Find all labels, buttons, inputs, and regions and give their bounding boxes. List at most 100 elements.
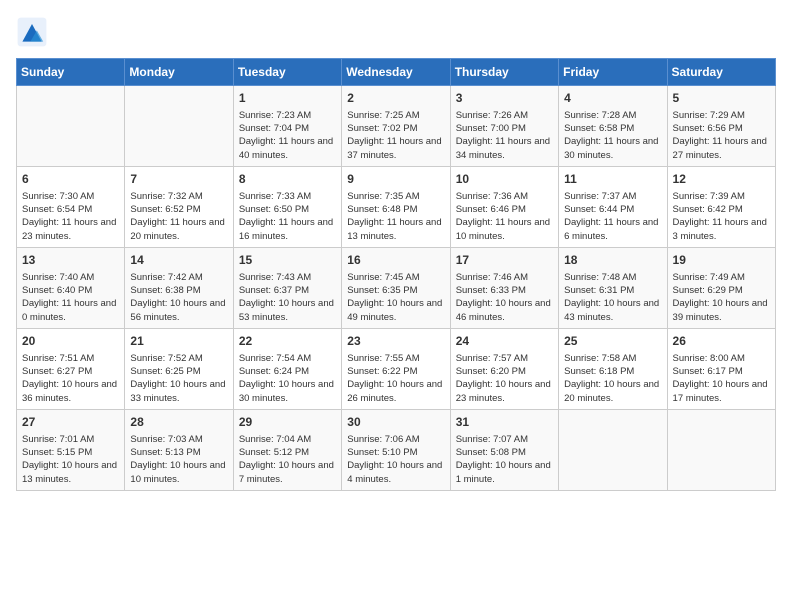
calendar-cell: 16 Sunrise: 7:45 AM Sunset: 6:35 PM Dayli… (342, 247, 450, 328)
day-info: Sunrise: 7:49 AM Sunset: 6:29 PM Dayligh… (673, 271, 770, 324)
calendar-header: SundayMondayTuesdayWednesdayThursdayFrid… (17, 59, 776, 86)
day-info: Sunrise: 7:33 AM Sunset: 6:50 PM Dayligh… (239, 190, 336, 243)
day-number: 4 (564, 90, 661, 107)
weekday-header-saturday: Saturday (667, 59, 775, 86)
calendar-cell: 8 Sunrise: 7:33 AM Sunset: 6:50 PM Daylig… (233, 166, 341, 247)
day-number: 31 (456, 414, 553, 431)
calendar-cell: 30 Sunrise: 7:06 AM Sunset: 5:10 PM Dayli… (342, 409, 450, 490)
calendar-cell: 2Sunrise: 7:25 AM Sunset: 7:02 PM Daylig… (342, 86, 450, 167)
day-info: Sunrise: 7:39 AM Sunset: 6:42 PM Dayligh… (673, 190, 770, 243)
calendar-week-1: 1Sunrise: 7:23 AM Sunset: 7:04 PM Daylig… (17, 86, 776, 167)
day-info: Sunrise: 7:37 AM Sunset: 6:44 PM Dayligh… (564, 190, 661, 243)
weekday-header-friday: Friday (559, 59, 667, 86)
logo-icon (16, 16, 48, 48)
day-info: Sunrise: 7:30 AM Sunset: 6:54 PM Dayligh… (22, 190, 119, 243)
calendar-cell: 26 Sunrise: 8:00 AM Sunset: 6:17 PM Dayli… (667, 328, 775, 409)
calendar-week-5: 27Sunrise: 7:01 AM Sunset: 5:15 PM Dayli… (17, 409, 776, 490)
weekday-header-thursday: Thursday (450, 59, 558, 86)
day-number: 18 (564, 252, 661, 269)
day-info: Sunrise: 7:32 AM Sunset: 6:52 PM Dayligh… (130, 190, 227, 243)
day-info: Sunrise: 7:03 AM Sunset: 5:13 PM Dayligh… (130, 433, 227, 486)
day-info: Sunrise: 7:45 AM Sunset: 6:35 PM Dayligh… (347, 271, 444, 324)
day-info: Sunrise: 7:57 AM Sunset: 6:20 PM Dayligh… (456, 352, 553, 405)
day-number: 22 (239, 333, 336, 350)
day-number: 26 (673, 333, 770, 350)
day-number: 12 (673, 171, 770, 188)
calendar-cell: 27Sunrise: 7:01 AM Sunset: 5:15 PM Dayli… (17, 409, 125, 490)
day-info: Sunrise: 7:23 AM Sunset: 7:04 PM Dayligh… (239, 109, 336, 162)
calendar-cell: 3 Sunrise: 7:26 AM Sunset: 7:00 PM Daylig… (450, 86, 558, 167)
day-info: Sunrise: 7:29 AM Sunset: 6:56 PM Dayligh… (673, 109, 770, 162)
day-number: 8 (239, 171, 336, 188)
day-info: Sunrise: 7:36 AM Sunset: 6:46 PM Dayligh… (456, 190, 553, 243)
calendar-cell: 1Sunrise: 7:23 AM Sunset: 7:04 PM Daylig… (233, 86, 341, 167)
weekday-header-sunday: Sunday (17, 59, 125, 86)
calendar-cell: 7 Sunrise: 7:32 AM Sunset: 6:52 PM Daylig… (125, 166, 233, 247)
day-info: Sunrise: 7:51 AM Sunset: 6:27 PM Dayligh… (22, 352, 119, 405)
calendar-week-3: 13 Sunrise: 7:40 AM Sunset: 6:40 PM Dayli… (17, 247, 776, 328)
calendar-cell: 28 Sunrise: 7:03 AM Sunset: 5:13 PM Dayli… (125, 409, 233, 490)
day-info: Sunrise: 7:35 AM Sunset: 6:48 PM Dayligh… (347, 190, 444, 243)
day-number: 5 (673, 90, 770, 107)
weekday-header-tuesday: Tuesday (233, 59, 341, 86)
calendar-table: SundayMondayTuesdayWednesdayThursdayFrid… (16, 58, 776, 491)
day-number: 30 (347, 414, 444, 431)
day-info: Sunrise: 7:46 AM Sunset: 6:33 PM Dayligh… (456, 271, 553, 324)
day-number: 13 (22, 252, 119, 269)
day-number: 16 (347, 252, 444, 269)
calendar-cell (559, 409, 667, 490)
calendar-cell (125, 86, 233, 167)
header (16, 16, 776, 48)
calendar-cell: 12 Sunrise: 7:39 AM Sunset: 6:42 PM Dayli… (667, 166, 775, 247)
day-info: Sunrise: 7:06 AM Sunset: 5:10 PM Dayligh… (347, 433, 444, 486)
day-info: Sunrise: 7:07 AM Sunset: 5:08 PM Dayligh… (456, 433, 553, 486)
day-info: Sunrise: 7:26 AM Sunset: 7:00 PM Dayligh… (456, 109, 553, 162)
day-info: Sunrise: 7:04 AM Sunset: 5:12 PM Dayligh… (239, 433, 336, 486)
day-number: 9 (347, 171, 444, 188)
calendar-cell: 23 Sunrise: 7:55 AM Sunset: 6:22 PM Dayli… (342, 328, 450, 409)
day-number: 28 (130, 414, 227, 431)
day-number: 15 (239, 252, 336, 269)
day-number: 10 (456, 171, 553, 188)
calendar-cell: 14 Sunrise: 7:42 AM Sunset: 6:38 PM Dayli… (125, 247, 233, 328)
calendar-cell: 31 Sunrise: 7:07 AM Sunset: 5:08 PM Dayli… (450, 409, 558, 490)
calendar-cell: 19 Sunrise: 7:49 AM Sunset: 6:29 PM Dayli… (667, 247, 775, 328)
day-info: Sunrise: 8:00 AM Sunset: 6:17 PM Dayligh… (673, 352, 770, 405)
calendar-cell: 11Sunrise: 7:37 AM Sunset: 6:44 PM Dayli… (559, 166, 667, 247)
calendar-cell: 15 Sunrise: 7:43 AM Sunset: 6:37 PM Dayli… (233, 247, 341, 328)
calendar-cell (17, 86, 125, 167)
calendar-cell: 4 Sunrise: 7:28 AM Sunset: 6:58 PM Daylig… (559, 86, 667, 167)
day-info: Sunrise: 7:58 AM Sunset: 6:18 PM Dayligh… (564, 352, 661, 405)
day-number: 17 (456, 252, 553, 269)
calendar-cell: 17 Sunrise: 7:46 AM Sunset: 6:33 PM Dayli… (450, 247, 558, 328)
calendar-cell: 29Sunrise: 7:04 AM Sunset: 5:12 PM Dayli… (233, 409, 341, 490)
calendar-cell: 10 Sunrise: 7:36 AM Sunset: 6:46 PM Dayli… (450, 166, 558, 247)
day-info: Sunrise: 7:40 AM Sunset: 6:40 PM Dayligh… (22, 271, 119, 324)
day-number: 7 (130, 171, 227, 188)
calendar-cell: 9 Sunrise: 7:35 AM Sunset: 6:48 PM Daylig… (342, 166, 450, 247)
weekday-header-wednesday: Wednesday (342, 59, 450, 86)
calendar-week-2: 6Sunrise: 7:30 AM Sunset: 6:54 PM Daylig… (17, 166, 776, 247)
day-number: 24 (456, 333, 553, 350)
day-info: Sunrise: 7:55 AM Sunset: 6:22 PM Dayligh… (347, 352, 444, 405)
day-number: 23 (347, 333, 444, 350)
day-number: 14 (130, 252, 227, 269)
calendar-body: 1Sunrise: 7:23 AM Sunset: 7:04 PM Daylig… (17, 86, 776, 491)
calendar-cell: 13 Sunrise: 7:40 AM Sunset: 6:40 PM Dayli… (17, 247, 125, 328)
day-number: 27 (22, 414, 119, 431)
logo (16, 16, 54, 48)
calendar-cell: 20 Sunrise: 7:51 AM Sunset: 6:27 PM Dayli… (17, 328, 125, 409)
calendar-cell: 21Sunrise: 7:52 AM Sunset: 6:25 PM Dayli… (125, 328, 233, 409)
calendar-cell: 6Sunrise: 7:30 AM Sunset: 6:54 PM Daylig… (17, 166, 125, 247)
weekday-header-row: SundayMondayTuesdayWednesdayThursdayFrid… (17, 59, 776, 86)
day-info: Sunrise: 7:52 AM Sunset: 6:25 PM Dayligh… (130, 352, 227, 405)
day-number: 19 (673, 252, 770, 269)
day-number: 3 (456, 90, 553, 107)
day-info: Sunrise: 7:25 AM Sunset: 7:02 PM Dayligh… (347, 109, 444, 162)
weekday-header-monday: Monday (125, 59, 233, 86)
day-info: Sunrise: 7:43 AM Sunset: 6:37 PM Dayligh… (239, 271, 336, 324)
day-number: 20 (22, 333, 119, 350)
day-info: Sunrise: 7:28 AM Sunset: 6:58 PM Dayligh… (564, 109, 661, 162)
day-number: 25 (564, 333, 661, 350)
day-info: Sunrise: 7:42 AM Sunset: 6:38 PM Dayligh… (130, 271, 227, 324)
